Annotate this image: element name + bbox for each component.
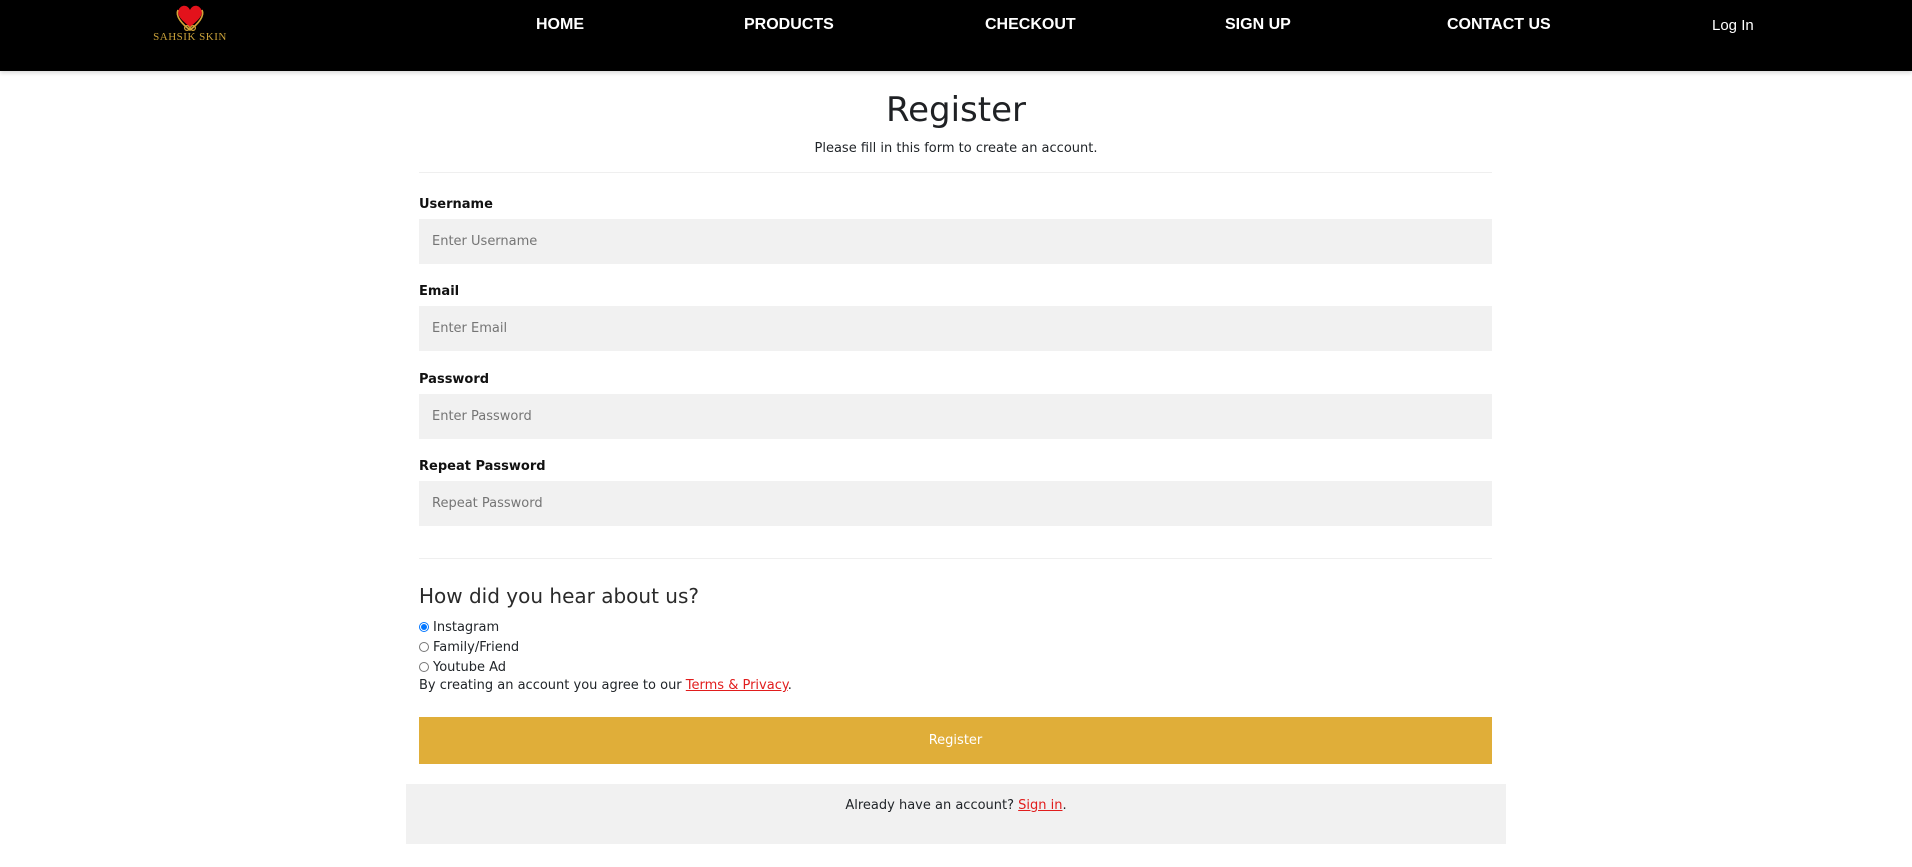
password-input[interactable] [419,394,1492,439]
nav-checkout[interactable]: CHECKOUT [985,16,1076,34]
radio-label: Instagram [433,619,500,635]
username-label: Username [419,197,493,212]
signin-prefix: Already have an account? [845,798,1019,813]
radio-option-youtube-ad[interactable]: Youtube Ad [419,658,506,676]
repeat-password-input[interactable] [419,481,1492,526]
brand-logo[interactable]: SAHSIK SKIN [144,4,236,46]
register-button[interactable]: Register [419,717,1492,764]
radio-instagram[interactable] [419,622,429,632]
nav-home[interactable]: HOME [536,16,584,34]
radio-option-family-friend[interactable]: Family/Friend [419,638,519,656]
radio-family-friend[interactable] [419,642,429,652]
page-title: Register [886,90,1026,130]
nav-products[interactable]: PRODUCTS [744,16,834,34]
terms-suffix: . [787,678,792,693]
radio-label: Family/Friend [433,639,520,655]
email-label: Email [419,284,460,299]
page-subtitle: Please fill in this form to create an ac… [814,141,1098,156]
repeat-password-label: Repeat Password [419,459,546,474]
divider [419,558,1492,559]
sign-in-link[interactable]: Sign in [1018,798,1062,813]
nav-contact-us[interactable]: CONTACT US [1447,16,1551,34]
terms-privacy-link[interactable]: Terms & Privacy [686,678,788,693]
terms-prefix: By creating an account you agree to our [419,678,686,693]
referral-question: How did you hear about us? [419,584,699,608]
terms-text: By creating an account you agree to our … [419,678,792,693]
radio-label: Youtube Ad [433,659,507,675]
logo-text: SAHSIK SKIN [153,31,227,43]
nav-sign-up[interactable]: SIGN UP [1225,16,1291,34]
username-input[interactable] [419,219,1492,264]
password-label: Password [419,372,490,387]
divider [419,172,1492,173]
signin-suffix: . [1062,798,1067,813]
signin-container: Already have an account? Sign in. [406,784,1506,844]
radio-option-instagram[interactable]: Instagram [419,618,499,636]
heart-logo-icon [176,5,204,32]
radio-youtube-ad[interactable] [419,662,429,672]
nav-log-in[interactable]: Log In [1712,17,1754,34]
email-input[interactable] [419,306,1492,351]
navbar: SAHSIK SKIN HOME PRODUCTS CHECKOUT SIGN … [0,0,1912,71]
